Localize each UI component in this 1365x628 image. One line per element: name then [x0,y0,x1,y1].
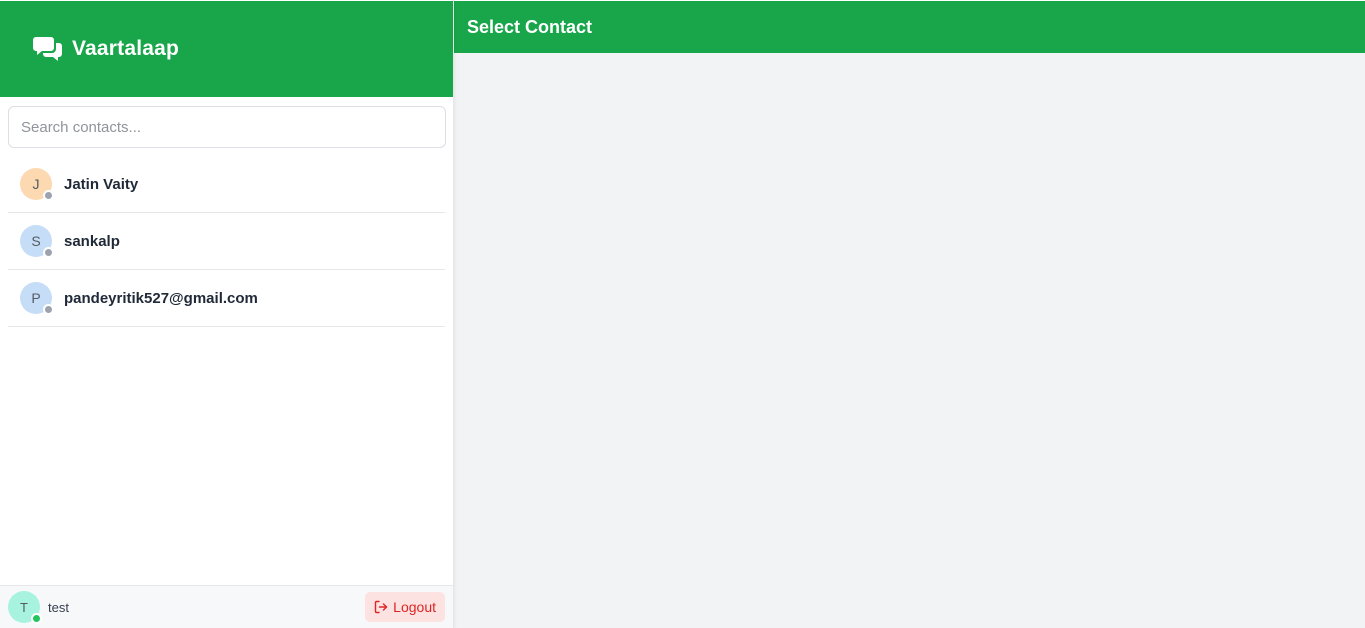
contact-name: pandeyritik527@gmail.com [64,289,258,307]
avatar: T [8,591,42,624]
avatar: P [20,282,54,315]
contact-item[interactable]: Ssankalp [8,213,445,270]
logout-icon [374,600,388,614]
chat-header: Select Contact [454,0,1365,53]
contact-list: J Jatin Vaity Ssankalp Ppandeyritik527@gmai… [0,156,453,327]
search-container [0,97,453,148]
logout-label: Logout [393,599,436,615]
offline-status-dot [43,247,54,258]
avatar: J [20,168,54,201]
chat-panel: Select Contact [454,0,1365,628]
brand-header: Vaartalaap [0,0,453,97]
current-username: test [48,599,69,615]
contact-name: Jatin Vaity [64,175,139,193]
offline-status-dot [43,304,54,315]
offline-status-dot [43,190,54,201]
search-input[interactable] [8,106,446,148]
logout-button[interactable]: Logout [365,592,445,622]
avatar-initial: S [31,233,41,249]
avatar: S [20,225,54,258]
contact-item[interactable]: J Jatin Vaity [8,156,445,213]
chat-title: Select Contact [467,16,593,37]
sidebar: Vaartalaap JJatin VaitySsankalpPpandeyri… [0,0,454,628]
avatar-initial: J [32,176,40,192]
contact-item[interactable]: Ppandeyritik527@gmail.com [8,270,445,327]
app-root: Vaartalaap JJatin VaitySsankalpPpandeyri… [0,0,1365,628]
contact-name: sankalp [64,232,120,250]
chat-body [454,53,1365,628]
chat-bubbles-icon [33,35,63,63]
app-title: Vaartalaap [72,37,180,60]
online-status-dot [31,613,42,624]
avatar-initial: T [20,599,28,615]
current-user: T test [8,591,69,624]
sidebar-footer: T test Logout [0,585,453,628]
avatar-initial: P [31,290,41,306]
